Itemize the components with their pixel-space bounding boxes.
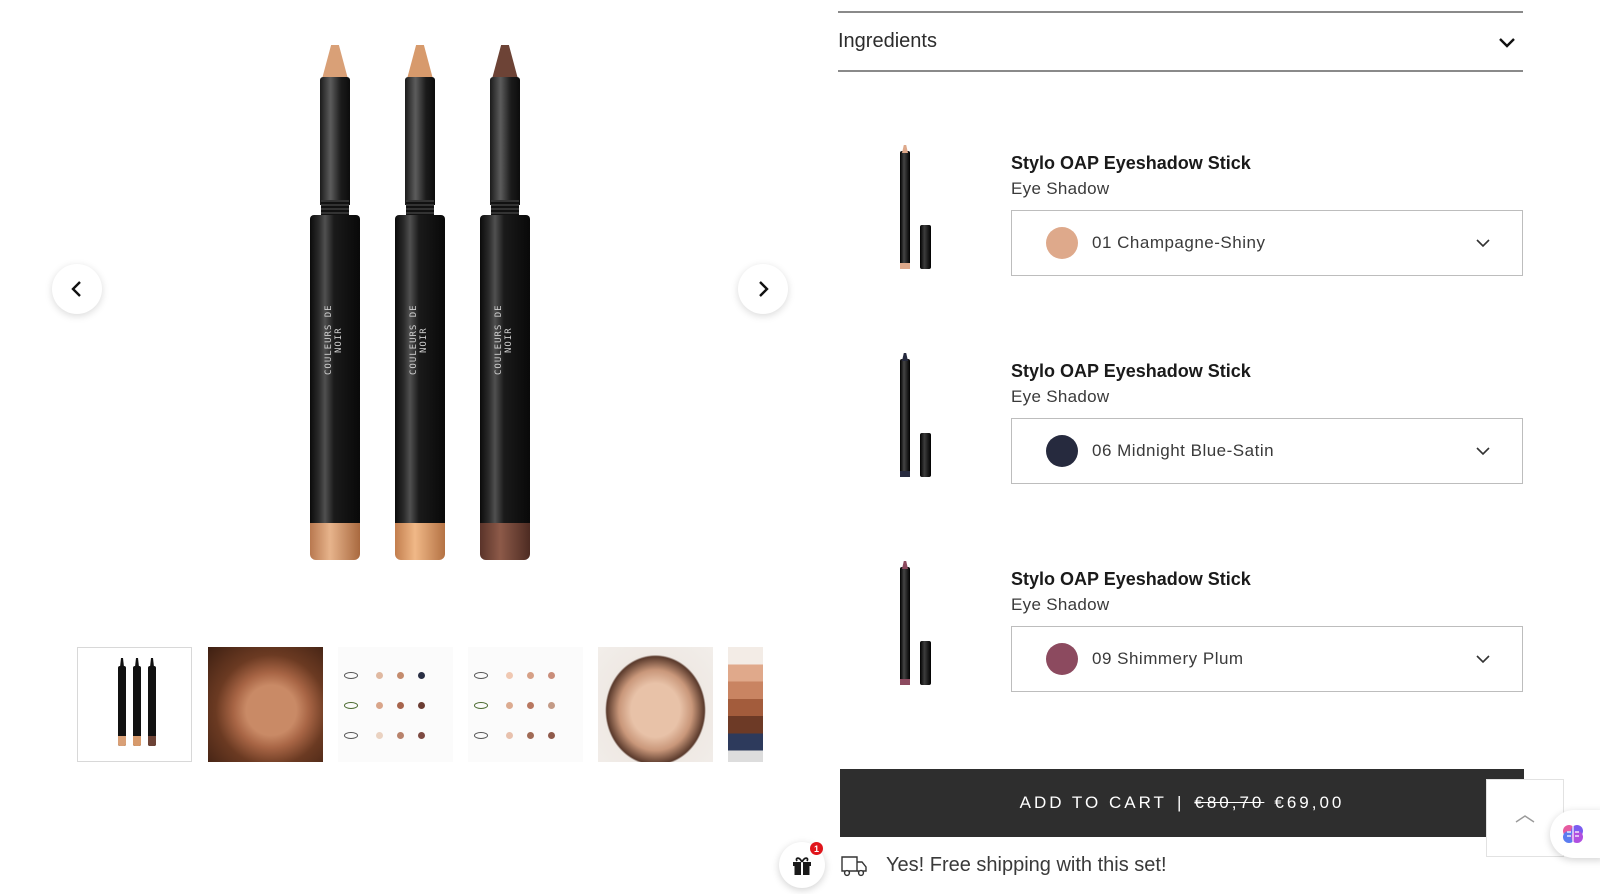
current-price: €69,00 — [1274, 793, 1345, 812]
item-subtitle: Eye Shadow — [1011, 179, 1110, 198]
brand-label: COULEURS DE NOIR — [494, 304, 514, 376]
truck-icon — [841, 856, 867, 877]
item-title: Stylo OAP Eyeshadow Stick — [1011, 153, 1251, 173]
chevron-left-icon — [71, 281, 81, 297]
eyeshadow-pencil-2: COULEURS DE NOIR — [395, 45, 445, 560]
shade-name: 06 Midnight Blue-Satin — [1092, 441, 1275, 460]
old-price: €80,70 — [1194, 793, 1265, 812]
thumbnail-strip — [77, 647, 763, 762]
chevron-down-icon — [1476, 447, 1490, 456]
add-to-cart-button[interactable]: ADD TO CART | €80,70 €69,00 — [840, 769, 1524, 837]
item-product-image — [888, 561, 948, 693]
gift-icon — [793, 857, 811, 875]
thumbnail-product-trio[interactable] — [77, 647, 192, 762]
chevron-down-icon — [1476, 655, 1490, 664]
shade-swatch — [1046, 435, 1078, 467]
thumbnail-model-portrait-2[interactable] — [598, 647, 713, 762]
gift-button[interactable]: 1 — [779, 842, 825, 888]
item-title: Stylo OAP Eyeshadow Stick — [1011, 361, 1251, 381]
brand-label: COULEURS DE NOIR — [324, 304, 344, 376]
thumbnail-palette-partial[interactable] — [728, 647, 763, 762]
shade-name: 09 Shimmery Plum — [1092, 649, 1244, 668]
chevron-down-icon — [1499, 37, 1515, 48]
shade-swatch — [1046, 227, 1078, 259]
thumbnail-shade-chart-1[interactable] — [338, 647, 453, 762]
chevron-right-icon — [759, 281, 769, 297]
price-separator: | — [1176, 793, 1185, 812]
add-to-cart-label: ADD TO CART — [1019, 793, 1167, 812]
shade-select[interactable]: 06 Midnight Blue-Satin — [1011, 418, 1523, 484]
shade-select[interactable]: 09 Shimmery Plum — [1011, 626, 1523, 692]
shade-select[interactable]: 01 Champagne-Shiny — [1011, 210, 1523, 276]
item-subtitle: Eye Shadow — [1011, 387, 1110, 406]
gallery-prev-button[interactable] — [52, 264, 102, 314]
thumbnail-model-portrait-1[interactable] — [208, 647, 323, 762]
shade-swatch — [1046, 643, 1078, 675]
set-item-2: Stylo OAP Eyeshadow Stick Eye Shadow 06 … — [838, 337, 1523, 502]
chevron-down-icon — [1476, 239, 1490, 248]
eyeshadow-pencil-3: COULEURS DE NOIR — [480, 45, 530, 560]
shade-name: 01 Champagne-Shiny — [1092, 233, 1266, 252]
gift-badge: 1 — [810, 842, 823, 855]
brand-label: COULEURS DE NOIR — [409, 304, 429, 376]
free-shipping-notice: Yes! Free shipping with this set! — [840, 849, 1167, 881]
chevron-up-icon — [1515, 815, 1535, 823]
product-main-image: COULEURS DE NOIR COULEURS DE NOIR COULEU… — [120, 20, 690, 580]
gallery-next-button[interactable] — [738, 264, 788, 314]
set-item-1: Stylo OAP Eyeshadow Stick Eye Shadow 01 … — [838, 129, 1523, 294]
eyeshadow-pencil-1: COULEURS DE NOIR — [310, 45, 360, 560]
ingredients-label: Ingredients — [838, 30, 937, 52]
set-item-3: Stylo OAP Eyeshadow Stick Eye Shadow 09 … — [838, 545, 1523, 710]
brain-icon — [1563, 825, 1583, 843]
thumbnail-shade-chart-2[interactable] — [468, 647, 583, 762]
shipping-text: Yes! Free shipping with this set! — [886, 853, 1167, 876]
ai-assistant-widget[interactable] — [1550, 810, 1600, 858]
item-subtitle: Eye Shadow — [1011, 595, 1110, 614]
item-product-image — [888, 353, 948, 485]
item-title: Stylo OAP Eyeshadow Stick — [1011, 569, 1251, 589]
item-product-image — [888, 145, 948, 277]
ingredients-accordion[interactable]: Ingredients — [838, 11, 1523, 72]
